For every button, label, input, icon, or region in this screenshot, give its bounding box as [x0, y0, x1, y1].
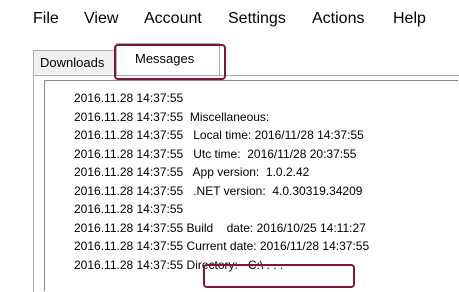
menu-bar: File View Account Settings Actions Help: [0, 0, 459, 40]
tab-downloads[interactable]: Downloads: [33, 50, 123, 74]
messages-panel: 2016.11.28 14:37:55 2016.11.28 14:37:55 …: [33, 75, 459, 292]
log-line: 2016.11.28 14:37:55 Miscellaneous:: [74, 109, 270, 124]
window-left-margin: [0, 75, 33, 292]
menu-view[interactable]: View: [84, 10, 118, 28]
log-line-directory: 2016.11.28 14:37:55 Directory: C:\ . . .: [74, 257, 284, 272]
log-line: 2016.11.28 14:37:55 .NET version: 4.0.30…: [74, 183, 363, 198]
menu-settings[interactable]: Settings: [228, 10, 286, 28]
menu-actions[interactable]: Actions: [312, 10, 364, 28]
log-line: 2016.11.28 14:37:55 Utc time: 2016/11/28…: [74, 146, 357, 161]
log-line: 2016.11.28 14:37:55 Current date: 2016/1…: [74, 239, 370, 253]
log-line-list: 2016.11.28 14:37:55 2016.11.28 14:37:55 …: [74, 89, 369, 274]
message-log[interactable]: 2016.11.28 14:37:55 2016.11.28 14:37:55 …: [44, 80, 458, 291]
log-line: 2016.11.28 14:37:55 App version: 1.0.2.4…: [74, 165, 310, 179]
menu-account[interactable]: Account: [144, 10, 202, 28]
menu-file[interactable]: File: [33, 10, 59, 28]
log-line: 2016.11.28 14:37:55 Build date: 2016/10/…: [74, 220, 366, 235]
app-window: File View Account Settings Actions Help …: [0, 0, 459, 292]
tab-messages[interactable]: Messages: [116, 43, 220, 75]
menu-help[interactable]: Help: [393, 10, 426, 28]
log-line: 2016.11.28 14:37:55 Local time: 2016/11/…: [74, 128, 364, 142]
log-line: 2016.11.28 14:37:55: [74, 202, 184, 216]
tab-strip: Downloads Messages: [0, 40, 459, 76]
log-line: 2016.11.28 14:37:55: [74, 91, 184, 105]
